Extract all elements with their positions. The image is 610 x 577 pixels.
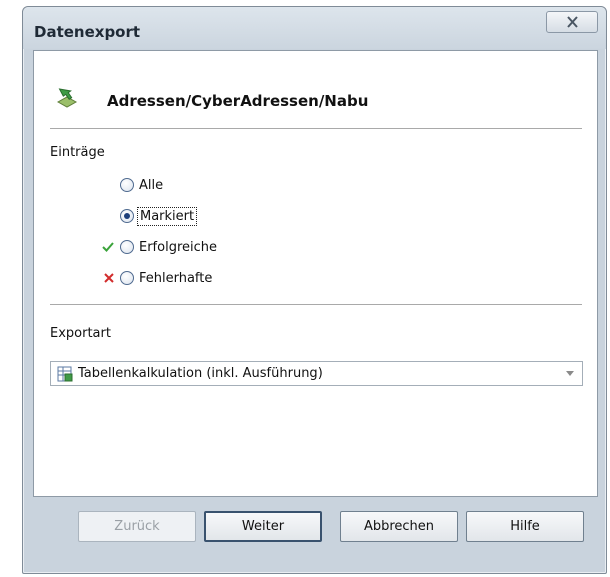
radio-option-markiert[interactable]: Markiert bbox=[120, 206, 198, 226]
radio-label: Markiert bbox=[137, 206, 198, 226]
check-icon bbox=[102, 242, 114, 252]
export-type-value: Tabellenkalkulation (inkl. Ausführung) bbox=[78, 366, 323, 381]
export-type-select[interactable]: Tabellenkalkulation (inkl. Ausführung) bbox=[50, 361, 583, 386]
entries-group-label: Einträge bbox=[50, 145, 105, 160]
radio-label: Fehlerhafte bbox=[139, 270, 213, 286]
help-button[interactable]: Hilfe bbox=[466, 511, 584, 542]
spreadsheet-icon bbox=[57, 366, 73, 382]
radio-option-erfolgreiche[interactable]: Erfolgreiche bbox=[120, 237, 219, 257]
export-type-label: Exportart bbox=[50, 326, 111, 341]
radio-button[interactable] bbox=[120, 209, 134, 223]
export-path-title: Adressen/CyberAdressen/Nabu bbox=[107, 92, 369, 110]
close-icon bbox=[567, 16, 578, 28]
close-button[interactable] bbox=[546, 11, 598, 33]
radio-button[interactable] bbox=[120, 178, 134, 192]
cancel-button[interactable]: Abbrechen bbox=[340, 511, 458, 542]
back-button[interactable]: Zurück bbox=[78, 511, 196, 542]
radio-label: Erfolgreiche bbox=[139, 239, 218, 255]
radio-option-alle[interactable]: Alle bbox=[120, 175, 165, 195]
next-button[interactable]: Weiter bbox=[204, 511, 322, 542]
separator bbox=[50, 128, 582, 130]
radio-option-fehlerhafte[interactable]: Fehlerhafte bbox=[120, 268, 214, 288]
dialog-content: Adressen/CyberAdressen/Nabu Einträge All… bbox=[33, 50, 598, 497]
chevron-down-icon[interactable] bbox=[566, 371, 574, 376]
export-dialog: Datenexport Adressen/CyberAdressen/Nabu … bbox=[22, 6, 607, 574]
radio-button[interactable] bbox=[120, 240, 134, 254]
window-title: Datenexport bbox=[34, 23, 141, 41]
radio-label: Alle bbox=[139, 177, 164, 193]
export-arrow-icon bbox=[56, 88, 78, 108]
separator bbox=[50, 304, 582, 306]
radio-button[interactable] bbox=[120, 271, 134, 285]
cross-icon bbox=[104, 273, 114, 283]
title-bar[interactable]: Datenexport bbox=[23, 7, 606, 49]
